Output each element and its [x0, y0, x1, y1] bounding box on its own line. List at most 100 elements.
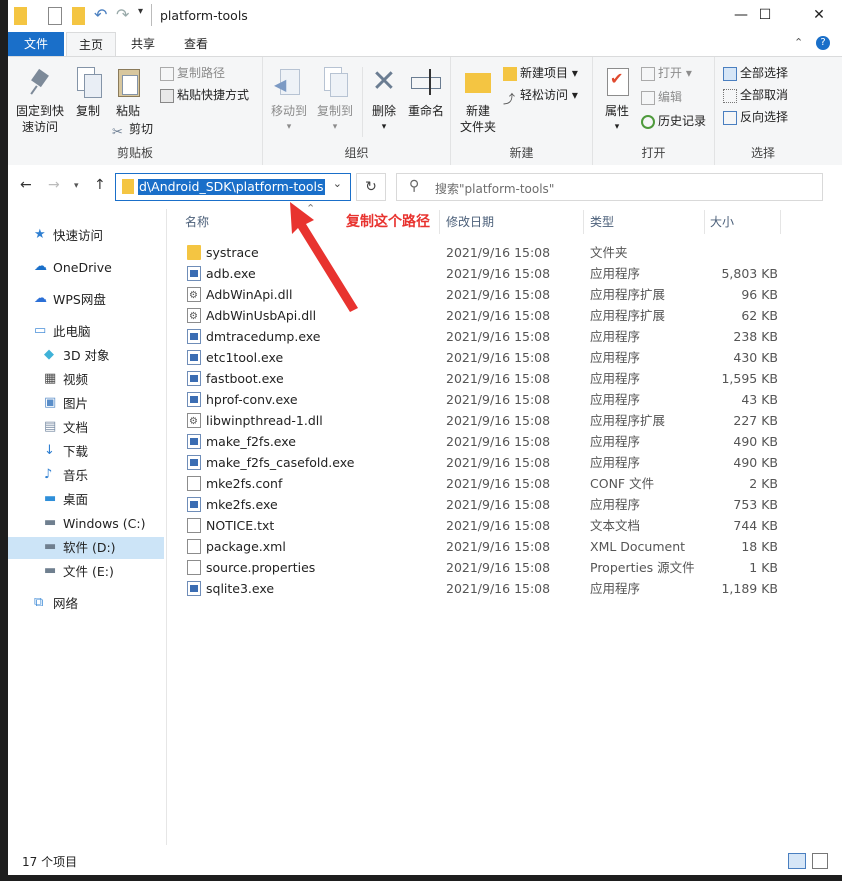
customize-quick-access-icon[interactable]: ▾ — [138, 6, 143, 24]
new-item-button[interactable]: 新建项目 ▾ — [503, 63, 578, 83]
nav-item[interactable]: ◆ 3D 对象 — [8, 345, 164, 367]
close-button[interactable]: ✕ — [796, 0, 842, 30]
help-icon[interactable]: ? — [816, 36, 830, 50]
doc-file-icon — [187, 518, 201, 533]
copy-to-dropdown-icon: ▾ — [332, 122, 338, 132]
redo-icon[interactable]: ↷ — [116, 5, 129, 24]
file-date: 2021/9/16 15:08 — [446, 560, 551, 575]
properties-button[interactable]: ✔ 属性 ▾ — [597, 65, 637, 135]
nav-item[interactable]: ☁ WPS网盘 — [8, 289, 164, 311]
rename-button[interactable]: 重命名 — [405, 65, 447, 119]
select-none-label: 全部取消 — [740, 88, 789, 102]
file-row[interactable]: etc1tool.exe 2021/9/16 15:08 应用程序 430 KB — [178, 347, 778, 368]
nav-item[interactable]: ↓ 下载 — [8, 441, 164, 463]
forward-arrow-icon[interactable]: → — [48, 177, 60, 193]
paste-shortcut-button[interactable]: 粘贴快捷方式 — [160, 85, 249, 105]
nav-item[interactable]: ★ 快速访问 — [8, 225, 164, 247]
column-header-type[interactable]: 类型 — [590, 210, 614, 234]
file-row[interactable]: AdbWinUsbApi.dll2021/9/16 15:08应用程序扩展62 … — [178, 305, 778, 327]
tab-file[interactable]: 文件 — [8, 32, 64, 56]
delete-button[interactable]: ✕ 删除 ▾ — [365, 65, 403, 135]
file-row[interactable]: make_f2fs_casefold.exe 2021/9/16 15:08 应用程… — [178, 452, 778, 473]
easy-access-button[interactable]: ⤴ 轻松访问 ▾ — [503, 85, 578, 106]
nav-item[interactable]: ▤ 文档 — [8, 417, 164, 439]
column-separator[interactable] — [583, 210, 584, 234]
file-name: mke2fs.conf — [206, 476, 283, 491]
open-button[interactable]: 打开 ▾ — [641, 63, 692, 83]
file-row[interactable]: mke2fs.exe 2021/9/16 15:08 应用程序 753 KB — [178, 494, 778, 515]
ribbon-tabs: 文件 主页 共享 查看 ⌃ ? — [8, 32, 842, 57]
nav-item-label: 图片 — [63, 396, 89, 411]
tab-view[interactable]: 查看 — [172, 32, 220, 56]
new-folder-quick-icon[interactable] — [72, 7, 85, 25]
folder-icon — [14, 7, 27, 25]
maximize-button[interactable]: ☐ — [742, 0, 788, 30]
column-header-size[interactable]: 大小 — [710, 210, 734, 234]
details-view-icon[interactable] — [788, 853, 806, 869]
file-row[interactable]: fastboot.exe 2021/9/16 15:08 应用程序 1,595 KB — [178, 368, 778, 389]
history-button[interactable]: 历史记录 — [641, 111, 706, 131]
nav-item[interactable]: ▭ 此电脑 — [8, 321, 164, 343]
tab-home[interactable]: 主页 — [66, 32, 116, 57]
column-separator[interactable] — [780, 210, 781, 234]
file-name: etc1tool.exe — [206, 350, 284, 365]
address-path[interactable]: d\Android_SDK\platform-tools — [138, 179, 325, 195]
move-to-button[interactable]: ◀ 移动到 ▾ — [267, 65, 311, 135]
file-name: mke2fs.exe — [206, 497, 278, 512]
invert-selection-button[interactable]: 反向选择 — [723, 107, 788, 127]
column-header-name[interactable]: 名称 — [185, 210, 209, 234]
nav-item[interactable]: ▬ Windows (C:) — [8, 513, 164, 535]
file-size: 96 KB — [741, 287, 778, 302]
column-separator[interactable] — [439, 210, 440, 234]
file-date: 2021/9/16 15:08 — [446, 350, 551, 365]
large-icons-view-icon[interactable] — [812, 853, 828, 869]
copy-button[interactable]: 复制 — [68, 65, 108, 119]
select-all-button[interactable]: 全部选择 — [723, 63, 788, 83]
up-arrow-icon[interactable]: ↑ — [94, 177, 106, 193]
paste-button[interactable]: 粘贴 — [108, 65, 148, 119]
cut-button[interactable]: ✂ 剪切 — [112, 119, 153, 140]
file-row[interactable]: systrace 2021/9/16 15:08 文件夹 — [178, 242, 778, 263]
nav-item[interactable]: ▦ 视频 — [8, 369, 164, 391]
edit-icon — [641, 90, 655, 105]
new-folder-icon — [461, 65, 495, 99]
address-folder-icon — [122, 179, 134, 194]
open-icon — [641, 66, 655, 81]
file-row[interactable]: make_f2fs.exe 2021/9/16 15:08 应用程序 490 KB — [178, 431, 778, 452]
column-separator[interactable] — [704, 210, 705, 234]
undo-icon[interactable]: ↶ — [94, 5, 107, 24]
file-row[interactable]: sqlite3.exe 2021/9/16 15:08 应用程序 1,189 KB — [178, 578, 778, 599]
nav-item[interactable]: ▬ 软件 (D:) — [8, 537, 164, 559]
file-row[interactable]: package.xml 2021/9/16 15:08 XML Document 18… — [178, 536, 778, 557]
copy-path-button[interactable]: 复制路径 — [160, 63, 225, 83]
file-row[interactable]: libwinpthread-1.dll 2021/9/16 15:08 应用程序扩展… — [178, 410, 778, 432]
nav-item[interactable]: ▣ 图片 — [8, 393, 164, 415]
collapse-ribbon-icon[interactable]: ⌃ — [794, 36, 803, 49]
edit-button[interactable]: 编辑 — [641, 87, 682, 107]
file-row[interactable]: source.properties 2021/9/16 15:08 Properti… — [178, 557, 778, 578]
nav-item[interactable]: ▬ 桌面 — [8, 489, 164, 511]
file-row[interactable]: mke2fs.conf 2021/9/16 15:08 CONF 文件 2 KB — [178, 473, 778, 494]
back-arrow-icon[interactable]: ← — [20, 177, 32, 193]
nav-item[interactable]: ♪ 音乐 — [8, 465, 164, 487]
tab-share[interactable]: 共享 — [120, 32, 166, 56]
file-size: 430 KB — [733, 350, 778, 365]
copy-to-button[interactable]: 复制到 ▾ — [313, 65, 357, 135]
file-row[interactable]: NOTICE.txt 2021/9/16 15:08 文本文档 744 KB — [178, 515, 778, 536]
file-row[interactable]: dmtracedump.exe 2021/9/16 15:08 应用程序 238 KB — [178, 326, 778, 347]
file-row[interactable]: adb.exe 2021/9/16 15:08 应用程序 5,803 KB — [178, 263, 778, 284]
file-type: 应用程序 — [590, 455, 641, 470]
nav-item[interactable]: ▬ 文件 (E:) — [8, 561, 164, 583]
recent-locations-icon[interactable]: ▾ — [74, 181, 79, 191]
new-folder-button[interactable]: 新建 文件夹 — [455, 65, 501, 135]
column-header-date[interactable]: 修改日期 — [446, 210, 494, 234]
properties-quick-icon[interactable] — [48, 7, 62, 25]
file-row[interactable]: hprof-conv.exe 2021/9/16 15:08 应用程序 43 KB — [178, 389, 778, 410]
pin-quick-access-button[interactable]: 固定到快 速访问 — [12, 65, 68, 135]
file-row[interactable]: AdbWinApi.dll2021/9/16 15:08应用程序扩展96 KB — [178, 284, 778, 306]
nav-item[interactable]: ☁ OneDrive — [8, 257, 164, 279]
search-box[interactable]: ⚲ 搜索"platform-tools" — [396, 173, 823, 201]
select-none-button[interactable]: 全部取消 — [723, 85, 788, 105]
address-dropdown-icon[interactable]: ⌄ — [333, 177, 342, 190]
nav-item[interactable]: ⧉ 网络 — [8, 593, 164, 615]
